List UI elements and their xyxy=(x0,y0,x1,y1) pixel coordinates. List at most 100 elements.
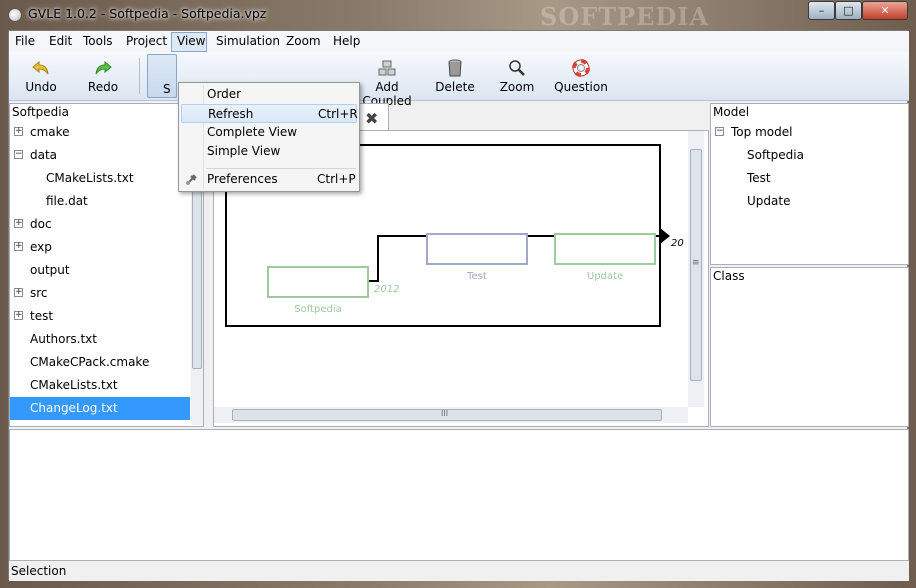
output-port-arrow xyxy=(660,228,670,244)
menu-project[interactable]: Project xyxy=(126,34,167,48)
menu-item-complete-view[interactable]: Complete View xyxy=(181,123,357,142)
redo-icon xyxy=(95,60,112,75)
tree-item[interactable]: + exp xyxy=(10,236,190,259)
model-panel: Model − Top model Softpedia Test Update xyxy=(710,103,909,265)
h-grip-icon: III xyxy=(441,409,449,418)
model-item-label: Test xyxy=(747,171,771,185)
undo-icon xyxy=(32,60,49,75)
menu-item-label: Refresh xyxy=(208,107,254,121)
horizontal-scroll-thumb[interactable]: III xyxy=(232,409,662,421)
undo-button[interactable]: Undo xyxy=(17,52,65,100)
tree-item[interactable]: CMakeCPack.cmake xyxy=(10,351,190,374)
question-button[interactable]: Question xyxy=(553,52,609,100)
model-item-label: Update xyxy=(747,194,791,208)
menu-item-refresh[interactable]: Refresh Ctrl+R xyxy=(181,104,358,123)
add-coupled-icon xyxy=(378,60,396,76)
menu-item-preferences[interactable]: Preferences Ctrl+P xyxy=(181,170,357,189)
watermark-text: SOFTPEDIA xyxy=(540,2,710,31)
model-label-softpedia: Softpedia xyxy=(294,304,342,315)
redo-label: Redo xyxy=(87,80,119,94)
menu-file[interactable]: File xyxy=(15,34,35,48)
preferences-icon xyxy=(186,174,197,185)
tree-item-label: Authors.txt xyxy=(30,332,97,346)
tree-item[interactable]: + test xyxy=(10,305,190,328)
project-tree-panel: Softpedia + cmake − data CMakeLists.txt file.… xyxy=(9,103,204,427)
menu-item-label: Preferences xyxy=(207,172,278,186)
menu-separator xyxy=(206,168,356,169)
minimize-icon: – xyxy=(818,4,825,17)
port-label-output: 20 xyxy=(671,238,684,249)
model-box-test[interactable] xyxy=(426,233,528,265)
menu-tools[interactable]: Tools xyxy=(83,34,113,48)
expand-icon[interactable]: + xyxy=(14,219,23,228)
close-icon: ✕ xyxy=(880,4,890,17)
tree-item[interactable]: + cmake xyxy=(10,121,190,144)
close-button[interactable]: ✕ xyxy=(862,1,908,20)
tree-item[interactable]: CMakeLists.txt xyxy=(10,167,190,190)
menu-zoom[interactable]: Zoom xyxy=(286,34,321,48)
client-area: File Edit Tools Project View Simulation … xyxy=(8,30,909,581)
tree-item[interactable]: ChangeLog.txt xyxy=(10,397,190,420)
tree-item[interactable]: + src xyxy=(10,282,190,305)
model-tree-item[interactable]: Softpedia xyxy=(711,144,901,167)
tree-item-label: test xyxy=(30,309,54,323)
tree-item-label: data xyxy=(30,148,58,162)
expand-icon[interactable]: + xyxy=(14,311,23,320)
collapse-icon[interactable]: − xyxy=(14,150,23,159)
model-box-softpedia[interactable] xyxy=(267,266,369,298)
expand-icon[interactable]: + xyxy=(14,242,23,251)
window-title: GVLE 1.0.2 - Softpedia - Softpedia.vpz xyxy=(28,6,267,21)
model-root-label: Top model xyxy=(731,125,793,139)
tree-item[interactable]: + doc xyxy=(10,213,190,236)
delete-button[interactable]: Delete xyxy=(433,52,477,100)
minimize-button[interactable]: – xyxy=(808,1,835,20)
model-panel-header: Model xyxy=(713,105,750,119)
tree-item-label: CMakeLists.txt xyxy=(46,171,134,185)
model-tree-root[interactable]: − Top model xyxy=(711,121,901,144)
tree-item-label: file.dat xyxy=(46,194,88,208)
tree-item-label: doc xyxy=(30,217,52,231)
tree-item[interactable]: Authors.txt xyxy=(10,328,190,351)
model-box-update[interactable] xyxy=(554,233,656,265)
tree-item-label: CMakeLists.txt xyxy=(30,378,118,392)
menu-edit[interactable]: Edit xyxy=(49,34,72,48)
tree-item[interactable]: − data xyxy=(10,144,190,167)
undo-label: Undo xyxy=(25,80,57,94)
collapse-icon[interactable]: − xyxy=(715,127,724,136)
title-bar[interactable]: GVLE 1.0.2 - Softpedia - Softpedia.vpz S… xyxy=(0,0,916,31)
redo-button[interactable]: Redo xyxy=(79,52,127,100)
v-grip-icon: ≡ xyxy=(692,258,700,268)
output-panel xyxy=(9,429,909,561)
menu-item-simple-view[interactable]: Simple View xyxy=(181,142,357,161)
model-tree-item[interactable]: Test xyxy=(711,167,901,190)
status-bar: Selection xyxy=(9,561,909,581)
expand-icon[interactable]: + xyxy=(14,127,23,136)
menu-item-order[interactable]: Order xyxy=(181,85,357,104)
tree-item[interactable]: CMakeLists.txt xyxy=(10,374,190,397)
maximize-icon: □ xyxy=(843,4,854,17)
menu-item-label: Complete View xyxy=(207,125,298,139)
menu-view[interactable]: View xyxy=(177,34,205,48)
add-coupled-button[interactable]: Add Coupled xyxy=(349,52,425,108)
tree-item-label: cmake xyxy=(30,125,70,139)
tab-close-icon[interactable]: ✖ xyxy=(365,109,378,128)
toolbar: Undo Redo S Add Coupled Delete Zoom Ques… xyxy=(9,52,909,108)
canvas-vertical-scrollbar[interactable]: ≡ xyxy=(688,131,704,407)
tree-item-label: output xyxy=(30,263,70,277)
vertical-scroll-thumb[interactable]: ≡ xyxy=(690,149,702,381)
maximize-button[interactable]: □ xyxy=(835,1,862,20)
select-button[interactable]: S xyxy=(147,54,177,98)
zoom-button[interactable]: Zoom xyxy=(495,52,539,100)
status-text: Selection xyxy=(11,564,67,578)
canvas-horizontal-scrollbar[interactable]: III xyxy=(214,407,688,423)
menu-simulation[interactable]: Simulation xyxy=(216,34,280,48)
expand-icon[interactable]: + xyxy=(14,288,23,297)
tree-item[interactable]: file.dat xyxy=(10,190,190,213)
port-label-softpedia: 2012 xyxy=(374,284,399,295)
tree-item[interactable]: output xyxy=(10,259,190,282)
lifebuoy-icon xyxy=(572,59,590,77)
menu-help[interactable]: Help xyxy=(333,34,360,48)
app-icon xyxy=(8,8,22,22)
class-panel-header: Class xyxy=(713,269,745,283)
model-tree-item[interactable]: Update xyxy=(711,190,901,213)
